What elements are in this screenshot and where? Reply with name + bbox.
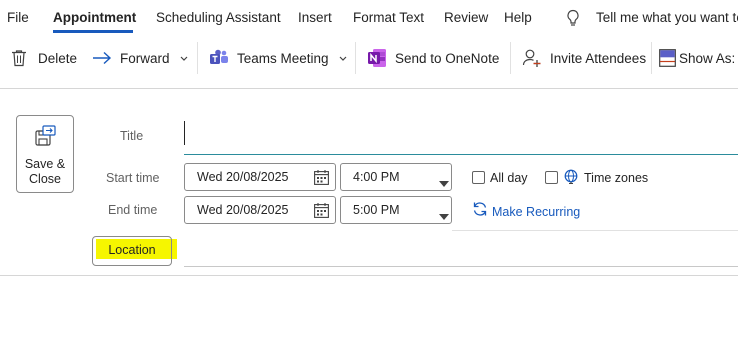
title-label: Title — [120, 129, 144, 143]
save-close-label-line2: Close — [29, 172, 61, 186]
toolbar-separator — [651, 42, 652, 74]
recurring-icon — [472, 201, 488, 222]
show-as-label: Show As: — [679, 50, 736, 66]
teams-meeting-label: Teams Meeting — [237, 50, 329, 66]
delete-button[interactable]: Delete — [11, 38, 77, 78]
toolbar-separator — [197, 42, 198, 74]
ribbon-divider — [0, 88, 738, 89]
location-input[interactable] — [184, 236, 738, 267]
title-input[interactable] — [184, 115, 738, 155]
active-tab-indicator — [53, 30, 133, 33]
save-close-label-line1: Save & — [24, 157, 66, 171]
start-time-select[interactable]: 4:00 PM — [340, 163, 452, 191]
tab-file[interactable]: File — [7, 10, 29, 25]
ribbon-toolbar: Delete Forward Teams Meeting Send to One… — [0, 38, 738, 78]
tab-insert[interactable]: Insert — [298, 10, 332, 25]
time-zones-label: Time zones — [584, 171, 649, 185]
show-as-icon — [659, 49, 676, 67]
tab-help[interactable]: Help — [504, 10, 532, 25]
onenote-icon — [367, 48, 387, 68]
calendar-icon[interactable] — [314, 170, 329, 188]
make-recurring-link[interactable]: Make Recurring — [472, 201, 580, 222]
invite-attendees-button[interactable]: Invite Attendees — [522, 38, 646, 78]
trash-icon — [11, 49, 27, 67]
all-day-label: All day — [490, 171, 528, 185]
chevron-down-icon — [180, 56, 188, 61]
chevron-down-icon — [339, 56, 347, 61]
end-time-label: End time — [108, 203, 158, 217]
make-recurring-label: Make Recurring — [492, 204, 581, 219]
forward-label: Forward — [120, 50, 170, 66]
location-label: Location — [108, 243, 156, 257]
body-area[interactable] — [0, 276, 738, 343]
forward-arrow-icon — [92, 51, 112, 65]
invite-attendees-label: Invite Attendees — [550, 50, 647, 66]
end-time-select[interactable]: 5:00 PM — [340, 196, 452, 224]
time-zones-checkbox[interactable] — [545, 171, 558, 184]
tab-scheduling-assistant[interactable]: Scheduling Assistant — [156, 10, 281, 25]
end-date-picker[interactable]: Wed 20/08/2025 — [184, 196, 336, 224]
all-day-checkbox[interactable] — [472, 171, 485, 184]
start-time-label: Start time — [106, 171, 160, 185]
start-time-value: 4:00 PM — [353, 170, 400, 184]
forward-button[interactable]: Forward — [92, 38, 188, 78]
lightbulb-icon — [566, 9, 580, 32]
dropdown-arrow-icon — [439, 209, 449, 223]
row-divider — [452, 230, 738, 231]
calendar-icon[interactable] — [314, 203, 329, 221]
save-and-close-button[interactable]: Save & Close — [16, 115, 74, 193]
end-time-value: 5:00 PM — [353, 203, 400, 217]
globe-icon — [564, 169, 579, 191]
send-to-onenote-button[interactable]: Send to OneNote — [367, 38, 499, 78]
start-date-picker[interactable]: Wed 20/08/2025 — [184, 163, 336, 191]
tab-format-text[interactable]: Format Text — [353, 10, 424, 25]
send-to-onenote-label: Send to OneNote — [395, 50, 500, 66]
text-cursor — [184, 121, 185, 145]
toolbar-separator — [510, 42, 511, 74]
save-close-icon — [35, 125, 57, 150]
teams-icon — [209, 49, 229, 67]
delete-label: Delete — [38, 50, 78, 66]
end-date-value: Wed 20/08/2025 — [197, 203, 289, 217]
add-person-icon — [522, 48, 542, 68]
dropdown-arrow-icon — [439, 176, 449, 190]
location-underline — [184, 266, 738, 267]
teams-meeting-button[interactable]: Teams Meeting — [209, 38, 347, 78]
tab-review[interactable]: Review — [444, 10, 488, 25]
show-as-button[interactable]: Show As: — [659, 38, 735, 78]
ribbon-tabs: File Appointment Scheduling Assistant In… — [0, 0, 738, 36]
start-date-value: Wed 20/08/2025 — [197, 170, 289, 184]
toolbar-separator — [355, 42, 356, 74]
tab-appointment[interactable]: Appointment — [53, 10, 136, 25]
tell-me-search[interactable]: Tell me what you want to — [596, 10, 738, 25]
